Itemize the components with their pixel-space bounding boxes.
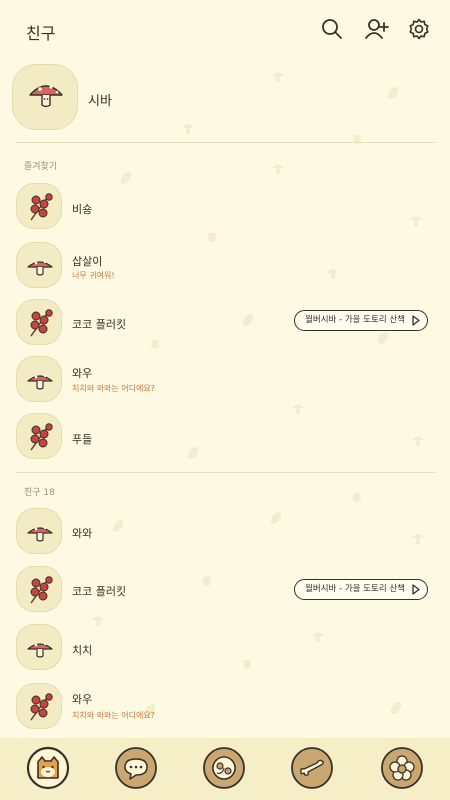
music-status-button[interactable]: 월버시바 - 가을 도토리 산책 (294, 310, 428, 331)
avatar (16, 356, 62, 402)
mushroom-deco-icon (270, 160, 286, 180)
friend-name: 비숑 (72, 203, 93, 216)
friends-header: 친구 18 (24, 488, 55, 498)
avatar (16, 508, 62, 554)
berry-icon (30, 693, 53, 721)
openchat-tab-icon[interactable] (202, 746, 246, 790)
friend-name: 푸들 (72, 433, 93, 446)
music-title: 월버시바 - 가을 도토리 산책 (305, 315, 405, 325)
status-message: 치치와 와와는 어디에요? (72, 384, 155, 393)
mushroom-icon (27, 642, 53, 658)
avatar (16, 624, 62, 670)
mushroom-icon (27, 260, 53, 276)
friend-row[interactable]: 와우 치치와 와와는 어디에요? (14, 681, 434, 731)
add-friend-icon[interactable] (364, 17, 389, 41)
music-title: 월버시바 - 가을 도토리 산책 (305, 584, 405, 594)
page-title: 친구 (26, 24, 56, 43)
search-icon[interactable] (320, 17, 344, 41)
play-icon (412, 315, 420, 326)
play-icon (412, 584, 420, 595)
status-message: 너무 귀여워! (72, 271, 115, 280)
favorite-row[interactable]: 비숑 (14, 181, 434, 231)
my-profile[interactable]: 시바 (10, 64, 440, 134)
berry-icon (30, 423, 53, 451)
friend-name: 와우 (72, 693, 93, 706)
friend-name: 삽살이 (72, 255, 103, 268)
shopping-tab-icon[interactable] (290, 746, 334, 790)
avatar (16, 242, 62, 288)
more-tab-icon[interactable] (380, 746, 424, 790)
avatar (12, 64, 78, 130)
friend-row[interactable]: 와와 (14, 506, 434, 556)
friend-name: 와와 (72, 527, 93, 540)
mushroom-icon (27, 526, 53, 542)
berry-icon (30, 576, 53, 604)
favorite-row[interactable]: 삽살이 너무 귀여워! (14, 240, 434, 290)
bottom-tab-bar (0, 738, 450, 800)
chat-tab-icon[interactable] (114, 746, 158, 790)
avatar (16, 299, 62, 345)
friend-row[interactable]: 코코 플러킷 월버시바 - 가을 도토리 산책 (14, 564, 434, 614)
acorn-deco-icon (350, 488, 364, 507)
friend-name: 코코 플러킷 (72, 318, 127, 331)
friend-row[interactable]: 치치 (14, 622, 434, 672)
divider (16, 472, 436, 473)
app-header: 친구 (0, 0, 450, 60)
favorite-row[interactable]: 와우 치치와 와와는 어디에요? (14, 354, 434, 404)
avatar (16, 183, 62, 229)
settings-icon[interactable] (407, 17, 431, 41)
friend-name: 코코 플러킷 (72, 585, 127, 598)
favorite-row[interactable]: 푸들 (14, 411, 434, 461)
friend-name: 치치 (72, 644, 93, 657)
status-message: 치치와 와와는 어디에요? (72, 711, 155, 720)
favorite-row[interactable]: 코코 플러킷 월버시바 - 가을 도토리 산책 (14, 297, 434, 347)
avatar (16, 413, 62, 459)
favorites-header: 즐겨찾기 (24, 162, 58, 172)
friend-name: 와우 (72, 367, 93, 380)
profile-name: 시바 (88, 94, 112, 109)
divider (16, 142, 436, 143)
avatar (16, 683, 62, 729)
mushroom-icon (27, 374, 53, 390)
friends-tab-icon[interactable] (26, 746, 70, 790)
berry-icon (30, 309, 53, 337)
berry-icon (30, 193, 53, 221)
avatar (16, 566, 62, 612)
mushroom-icon (29, 85, 63, 108)
music-status-button[interactable]: 월버시바 - 가을 도토리 산책 (294, 579, 428, 600)
